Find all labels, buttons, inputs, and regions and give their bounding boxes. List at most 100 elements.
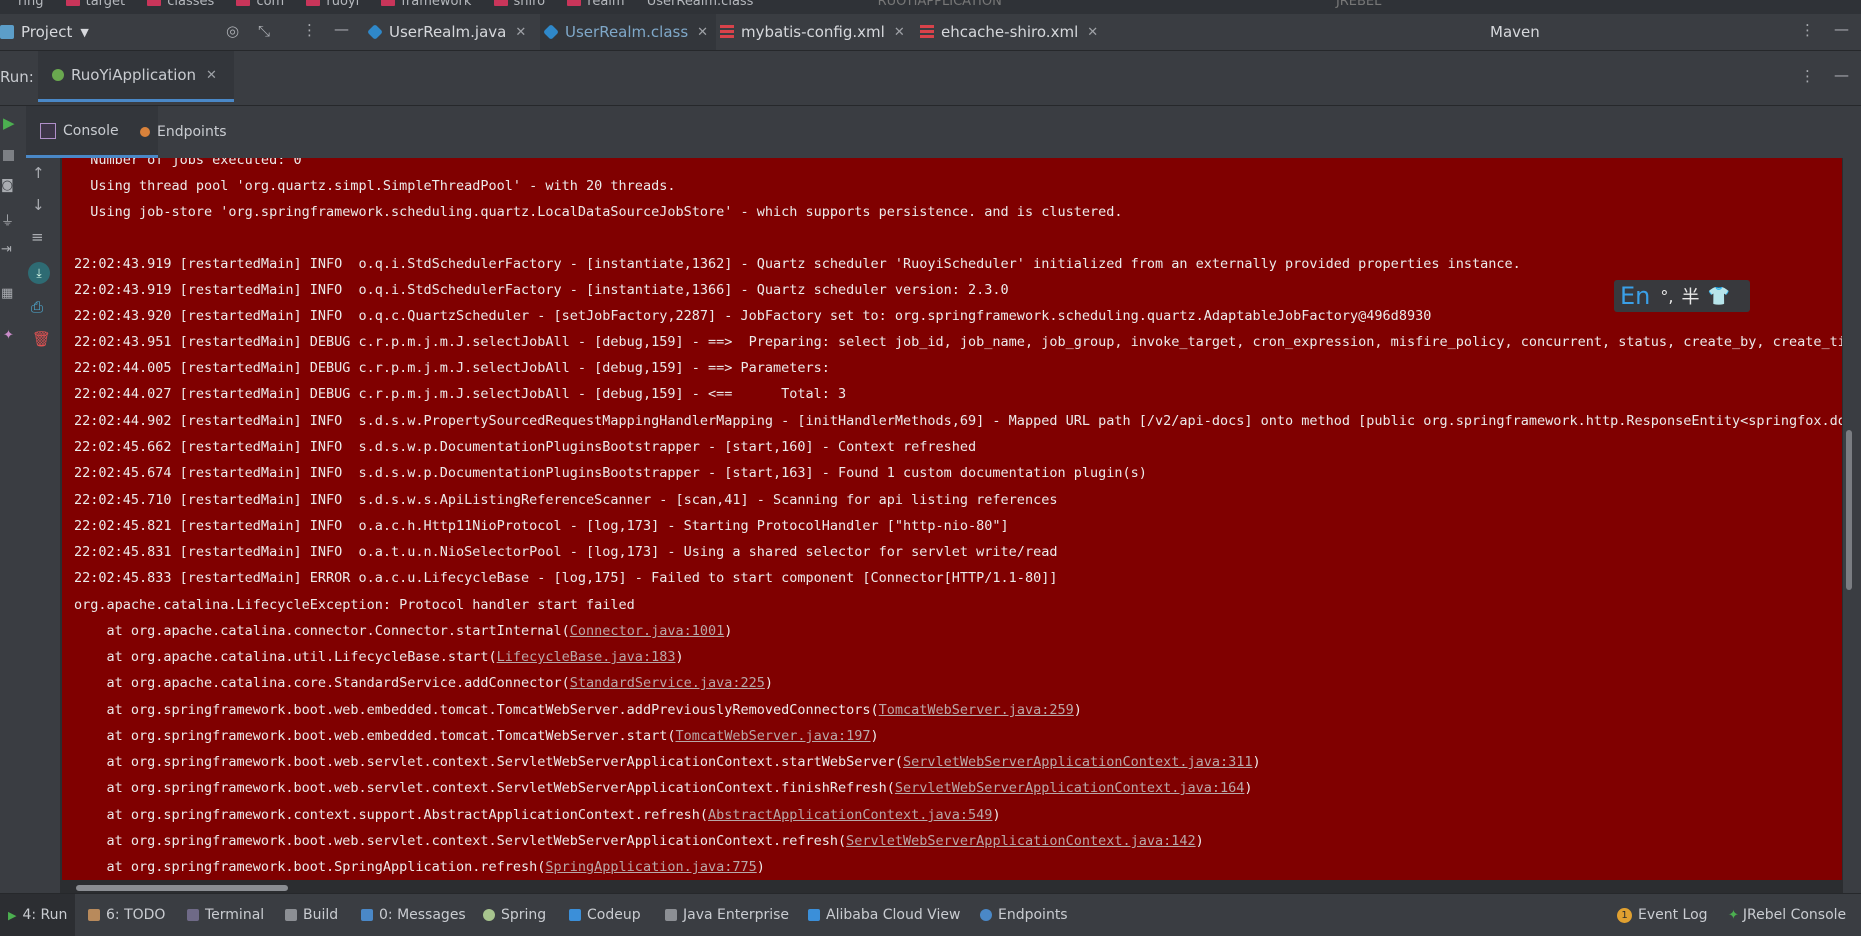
ime-punctuation[interactable]: °, xyxy=(1660,287,1673,306)
breadcrumb-item[interactable]: UserRealm.class xyxy=(647,0,754,9)
arrow-up-icon[interactable]: ↑ xyxy=(32,164,45,182)
close-icon[interactable]: ✕ xyxy=(515,25,526,40)
source-link[interactable]: ServletWebServerApplicationContext.java:… xyxy=(895,780,1245,796)
source-link[interactable]: StandardService.java:225 xyxy=(570,675,765,691)
horizontal-scrollbar[interactable] xyxy=(76,885,288,891)
log-line: 22:02:44.027 [restartedMain] DEBUG c.r.p… xyxy=(74,386,847,402)
tab-mybatis-config[interactable]: mybatis-config.xml ✕ xyxy=(720,14,905,50)
breadcrumb-item[interactable]: realm xyxy=(567,0,625,9)
pin-icon[interactable]: ✦ xyxy=(3,328,14,343)
tool-terminal[interactable]: Terminal xyxy=(187,894,264,936)
tool-java-enterprise[interactable]: Java Enterprise xyxy=(665,894,789,936)
tab-ehcache-shiro[interactable]: ehcache-shiro.xml ✕ xyxy=(920,14,1098,50)
source-link[interactable]: Connector.java:1001 xyxy=(570,623,724,639)
jrebel-select[interactable]: JREBEL xyxy=(1336,0,1381,9)
more-icon[interactable]: ⋮ xyxy=(302,21,317,39)
log-line: Using thread pool 'org.quartz.simpl.Simp… xyxy=(74,178,676,194)
ime-width[interactable]: 半 xyxy=(1681,283,1699,309)
stack-frame: at org.springframework.boot.SpringApplic… xyxy=(74,859,765,875)
maven-panel-title[interactable]: Maven xyxy=(1490,14,1540,50)
source-link[interactable]: ServletWebServerApplicationContext.java:… xyxy=(903,754,1253,770)
trash-icon[interactable]: 🗑 xyxy=(32,330,51,348)
tool-build[interactable]: Build xyxy=(285,894,338,936)
minimize-icon[interactable]: — xyxy=(1834,20,1849,38)
tool-codeup[interactable]: Codeup xyxy=(569,894,641,936)
source-link[interactable]: TomcatWebServer.java:259 xyxy=(879,702,1074,718)
collapse-icon[interactable]: ⤡ xyxy=(258,22,270,40)
tab-userrealm-java[interactable]: UserRealm.java ✕ xyxy=(367,14,526,50)
stack-frame: at org.springframework.boot.web.embedded… xyxy=(74,728,879,744)
stack-frame: at org.apache.catalina.util.LifecycleBas… xyxy=(74,649,684,665)
chevron-down-icon[interactable]: ▼ xyxy=(80,26,88,39)
breadcrumb-item[interactable]: classes xyxy=(147,0,214,9)
folder-icon xyxy=(493,0,508,6)
shirt-icon[interactable]: 👕 xyxy=(1707,286,1729,307)
breadcrumb-item[interactable]: framework xyxy=(381,0,471,9)
run-config-select[interactable]: RUOYIAPPLICATION xyxy=(878,0,1002,9)
xml-file-icon xyxy=(720,25,734,39)
folder-icon xyxy=(567,0,582,6)
breadcrumb-item[interactable]: ruoyi xyxy=(306,0,359,9)
tool-messages[interactable]: 0: Messages xyxy=(361,894,466,936)
log-line: 22:02:45.662 [restartedMain] INFO s.d.s.… xyxy=(74,439,977,455)
layout-icon[interactable]: ▦ xyxy=(1,286,13,301)
run-tab-ruoyiapplication[interactable]: RuoYiApplication ✕ xyxy=(38,51,234,102)
exit-icon[interactable]: ⇥ xyxy=(1,242,12,257)
close-icon[interactable]: ✕ xyxy=(206,68,217,83)
tab-console[interactable]: Console xyxy=(26,106,158,158)
folder-icon xyxy=(147,0,162,6)
run-panel-header: Run: RuoYiApplication ✕ ⋮ — xyxy=(0,51,1861,106)
console-output[interactable]: Number of jobs executed: 0 Using thread … xyxy=(62,158,1842,880)
source-link[interactable]: AbstractApplicationContext.java:549 xyxy=(708,807,992,823)
ime-language[interactable]: En xyxy=(1620,282,1650,310)
source-link[interactable]: LifecycleBase.java:183 xyxy=(497,649,676,665)
spring-boot-icon xyxy=(52,69,64,81)
tool-jrebel-console[interactable]: ✦ JRebel Console xyxy=(1728,894,1846,936)
breadcrumb-item[interactable]: target xyxy=(65,0,125,9)
breadcrumb-item[interactable]: shiro xyxy=(493,0,545,9)
breadcrumb-item[interactable]: com xyxy=(236,0,284,9)
folder-icon xyxy=(236,0,251,6)
breadcrumb-item[interactable]: ring xyxy=(18,0,43,9)
cloud-icon xyxy=(808,909,820,921)
close-icon[interactable]: ✕ xyxy=(1087,25,1098,40)
source-link[interactable]: TomcatWebServer.java:197 xyxy=(675,728,870,744)
tab-endpoints[interactable]: Endpoints xyxy=(140,106,227,158)
plug-icon[interactable]: ⏚ xyxy=(1,210,14,229)
more-icon[interactable]: ⋮ xyxy=(1800,21,1815,39)
source-link[interactable]: SpringApplication.java:775 xyxy=(545,859,756,875)
tool-endpoints[interactable]: Endpoints xyxy=(980,894,1068,936)
endpoints-icon xyxy=(140,127,150,137)
stop-icon[interactable] xyxy=(3,150,14,161)
soft-wrap-icon[interactable]: ≡ xyxy=(31,228,44,246)
scroll-to-end-icon[interactable]: ⤓ xyxy=(28,262,50,284)
minimize-icon[interactable]: — xyxy=(334,20,349,38)
locate-icon[interactable]: ◎ xyxy=(226,22,239,40)
close-icon[interactable]: ✕ xyxy=(697,25,708,40)
tool-spring[interactable]: Spring xyxy=(483,894,546,936)
stack-frame: at org.springframework.boot.web.servlet.… xyxy=(74,780,1253,796)
stack-frame: at org.springframework.boot.web.embedded… xyxy=(74,702,1082,718)
tool-event-log[interactable]: 1 Event Log xyxy=(1617,894,1708,936)
tool-run[interactable]: ▶ 4: Run xyxy=(0,894,76,936)
tool-alibaba-cloud-view[interactable]: Alibaba Cloud View xyxy=(808,894,960,936)
minimize-icon[interactable]: — xyxy=(1834,66,1849,84)
close-icon[interactable]: ✕ xyxy=(894,25,905,40)
tab-userrealm-class[interactable]: UserRealm.class ✕ xyxy=(540,14,717,50)
log-line: 22:02:45.674 [restartedMain] INFO s.d.s.… xyxy=(74,465,1147,481)
tool-todo[interactable]: 6: TODO xyxy=(88,894,165,936)
arrow-down-icon[interactable]: ↓ xyxy=(32,196,45,214)
folder-icon xyxy=(0,25,14,39)
log-line: 22:02:43.919 [restartedMain] INFO o.q.i.… xyxy=(74,282,1009,298)
print-icon[interactable]: ⎙ xyxy=(31,298,43,316)
rerun-icon[interactable]: ▶ xyxy=(3,114,15,132)
log-line: 22:02:44.005 [restartedMain] DEBUG c.r.p… xyxy=(74,360,830,376)
log-line: 22:02:45.821 [restartedMain] INFO o.a.c.… xyxy=(74,518,1009,534)
vertical-scrollbar[interactable] xyxy=(1846,430,1852,590)
project-panel-header[interactable]: Project ▼ xyxy=(0,14,89,50)
more-icon[interactable]: ⋮ xyxy=(1800,67,1815,85)
camera-icon[interactable]: ◙ xyxy=(1,178,14,193)
source-link[interactable]: ServletWebServerApplicationContext.java:… xyxy=(846,833,1196,849)
stack-frame: at org.apache.catalina.core.StandardServ… xyxy=(74,675,774,691)
ime-toolbar[interactable]: En °, 半 👕 xyxy=(1614,280,1750,312)
